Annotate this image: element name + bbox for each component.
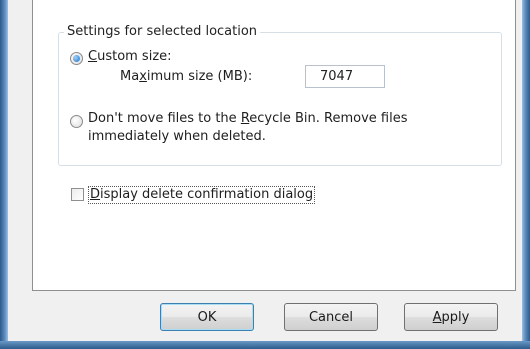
- dont-move-files-label[interactable]: Don't move files to the Recycle Bin. Rem…: [88, 111, 408, 127]
- window-frame-right: [522, 0, 530, 349]
- maximum-size-label: Maximum size (MB):: [120, 69, 253, 84]
- ok-button[interactable]: OK: [160, 303, 254, 331]
- window-frame-left: [0, 0, 8, 349]
- custom-size-radio[interactable]: [70, 52, 83, 65]
- cancel-button[interactable]: Cancel: [284, 303, 378, 331]
- display-delete-confirmation-checkbox[interactable]: [71, 188, 84, 201]
- dont-move-files-label-line2[interactable]: immediately when deleted.: [88, 129, 266, 145]
- dont-move-files-radio[interactable]: [70, 115, 83, 128]
- general-tab-page: Settings for selected location Custom si…: [32, 0, 516, 291]
- display-delete-confirmation-label[interactable]: Display delete confirmation dialog: [88, 186, 316, 204]
- settings-group: Settings for selected location Custom si…: [58, 24, 502, 166]
- maximum-size-input[interactable]: 7047: [305, 65, 385, 88]
- window-frame-bottom: [0, 341, 530, 349]
- settings-group-title: Settings for selected location: [64, 24, 261, 40]
- recycle-bin-properties-dialog: Settings for selected location Custom si…: [8, 0, 522, 341]
- custom-size-label[interactable]: Custom size:: [88, 49, 172, 65]
- apply-button[interactable]: Apply: [404, 303, 498, 331]
